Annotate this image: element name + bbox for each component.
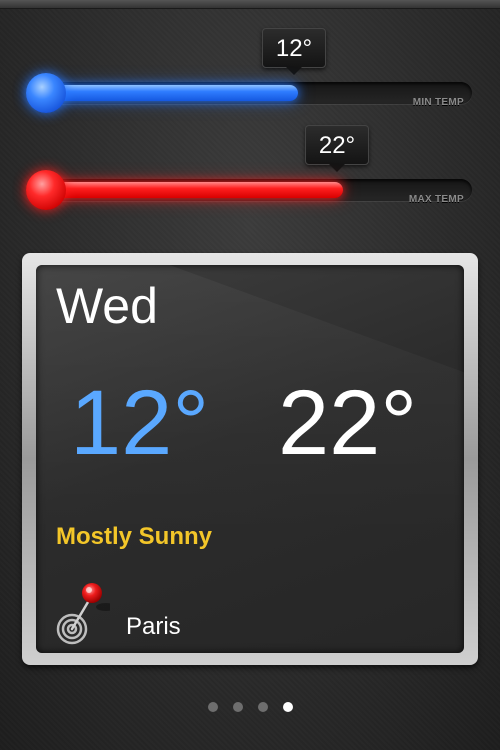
max-temp-label: MAX TEMP: [408, 194, 464, 205]
page-dot[interactable]: [257, 702, 268, 712]
max-temp-tooltip: 22°: [305, 125, 369, 172]
weather-card[interactable]: Wed 12° 22° Mostly Sunny Paris: [36, 265, 464, 653]
min-temp-label: MIN TEMP: [412, 97, 464, 108]
high-temp: 22°: [278, 372, 418, 474]
day-label: Wed: [56, 278, 158, 334]
page-indicator[interactable]: [0, 702, 500, 712]
top-edge: [0, 0, 500, 9]
city-label: Paris: [126, 613, 181, 640]
map-pin-icon: [54, 581, 116, 645]
low-temp: 12°: [70, 372, 210, 474]
page-dot[interactable]: [282, 702, 293, 712]
page-dot[interactable]: [207, 702, 218, 712]
min-temp-tooltip: 12°: [262, 28, 326, 75]
max-temp-slider[interactable]: MAX TEMP: [26, 170, 472, 210]
min-temp-fill: [30, 85, 298, 101]
page-dot[interactable]: [232, 702, 243, 712]
max-temp-fill: [30, 182, 343, 198]
min-temp-knob[interactable]: [26, 73, 66, 113]
weather-condition: Mostly Sunny: [56, 523, 213, 550]
max-temp-knob[interactable]: [26, 170, 66, 210]
min-temp-slider[interactable]: MIN TEMP: [26, 73, 472, 113]
